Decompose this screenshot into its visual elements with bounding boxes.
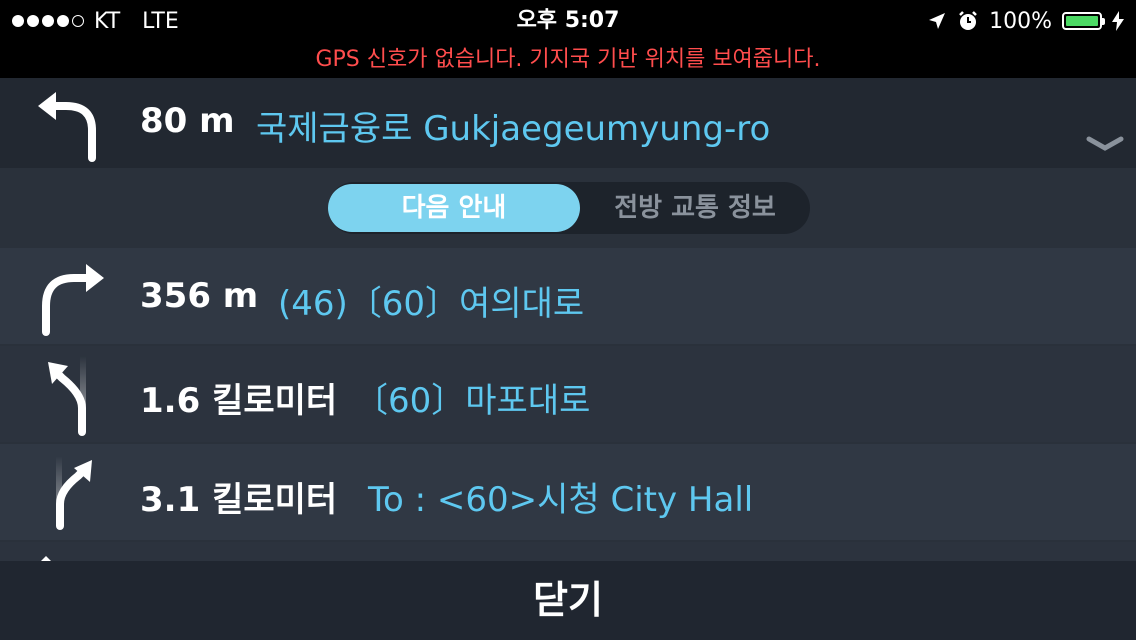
list-distance: 3.1 킬로미터	[140, 480, 338, 520]
tab-next-guidance[interactable]: 다음 안내	[328, 184, 580, 232]
list-item[interactable]: 356 m (46)〔60〕여의대로	[0, 248, 1136, 344]
close-button[interactable]: 닫기	[0, 561, 1136, 640]
keep-left-icon	[48, 356, 86, 436]
footer: 닫기	[0, 561, 1136, 640]
current-instruction[interactable]: 80 m 국제금융로 Gukjaegeumyung-ro	[0, 78, 1136, 168]
list-item[interactable]: 1.6 킬로미터 〔60〕마포대로	[0, 346, 1136, 442]
charging-bolt-icon	[1112, 11, 1124, 31]
list-road-name: To : <60>시청 City Hall	[368, 480, 754, 520]
alarm-clock-icon	[959, 11, 977, 30]
tab-traffic-info[interactable]: 전방 교통 정보	[580, 184, 810, 232]
battery-percent: 100%	[989, 8, 1052, 34]
segment-area: 다음 안내 전방 교통 정보	[0, 168, 1136, 248]
current-distance: 80 m	[140, 101, 235, 141]
turn-right-icon	[42, 264, 104, 336]
list-distance: 356 m	[140, 276, 259, 316]
list-road-name: (46)〔60〕여의대로	[278, 284, 585, 324]
turn-left-icon	[38, 92, 96, 162]
status-bar: KT LTE 오후 5:07 100% GPS 신호가 없습니다. 기지국 기반…	[0, 0, 1136, 78]
current-road-name: 국제금융로 Gukjaegeumyung-ro	[256, 109, 771, 149]
keep-right-icon	[56, 456, 92, 530]
battery-fill	[1066, 16, 1098, 26]
location-arrow-icon	[929, 13, 946, 29]
gps-warning: GPS 신호가 없습니다. 기지국 기반 위치를 보여줍니다.	[315, 47, 821, 72]
chevron-down-icon[interactable]	[1086, 136, 1124, 152]
list-distance: 1.6 킬로미터	[140, 381, 338, 421]
list-road-name: 〔60〕마포대로	[354, 381, 591, 421]
battery-icon	[1062, 12, 1105, 30]
list-item-partial	[0, 542, 1136, 562]
status-right: 100%	[927, 6, 1124, 36]
segmented-control: 다음 안내 전방 교통 정보	[328, 182, 810, 234]
list-item[interactable]: 3.1 킬로미터 To : <60>시청 City Hall	[0, 444, 1136, 540]
